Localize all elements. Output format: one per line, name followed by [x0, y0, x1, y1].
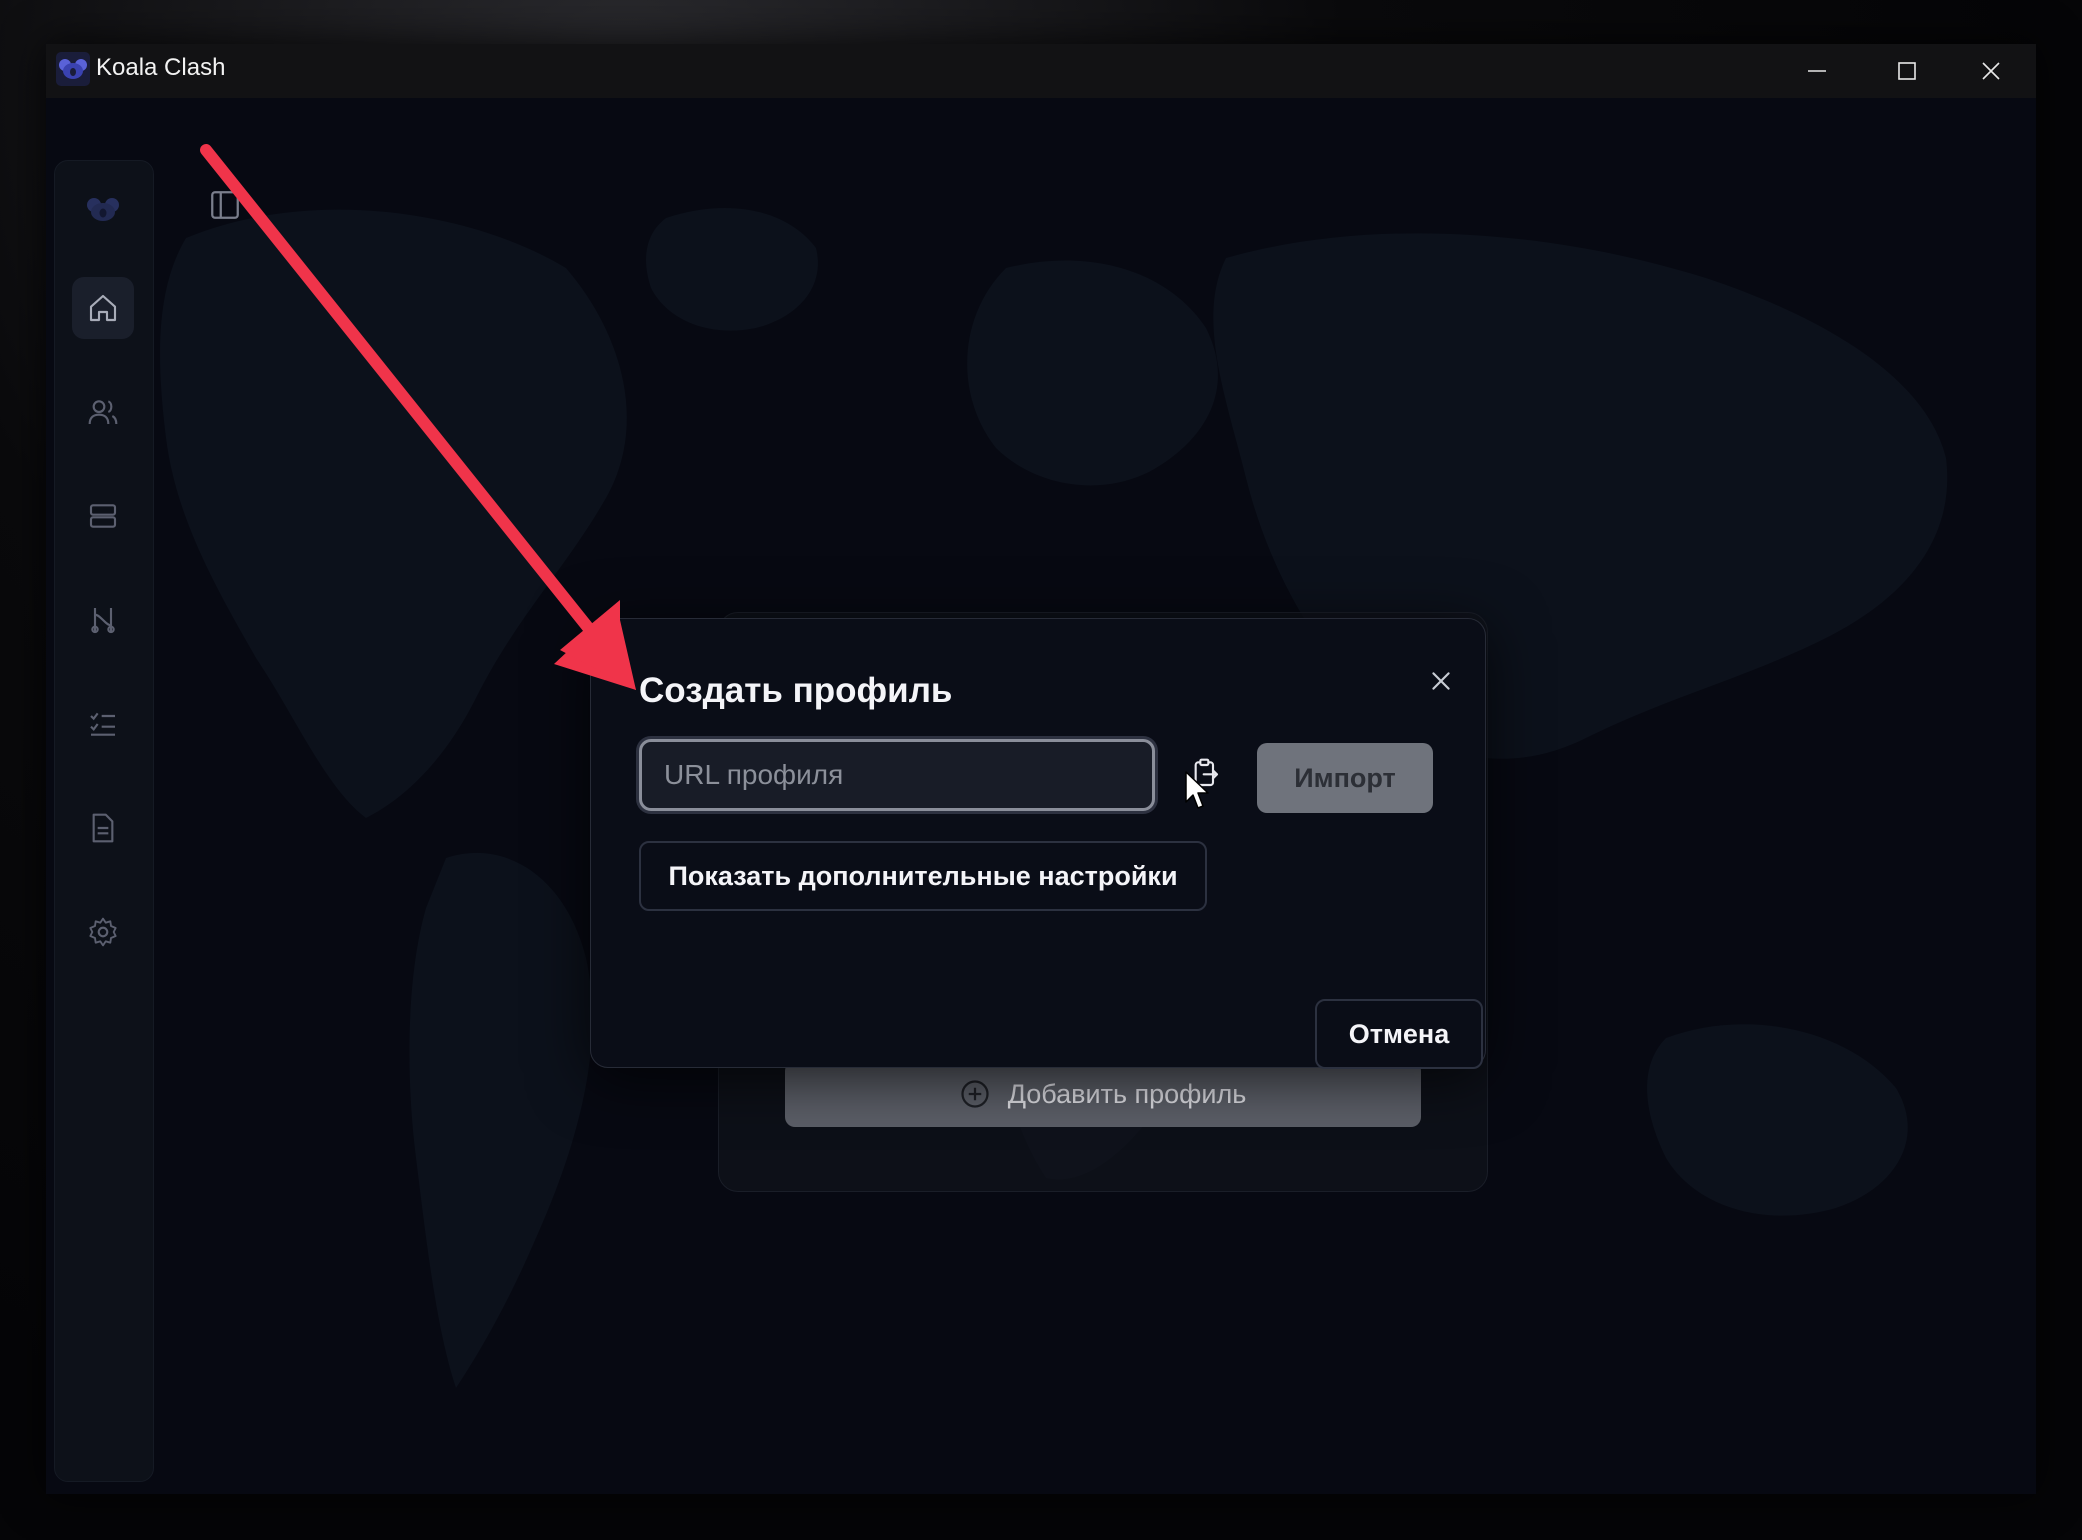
sidebar-item-profiles[interactable] — [72, 381, 134, 443]
routing-icon — [91, 608, 115, 634]
sidebar-item-rules[interactable] — [72, 693, 134, 755]
gear-icon — [89, 917, 117, 947]
dialog-close-button[interactable] — [1421, 661, 1461, 701]
dialog-title: Создать профиль — [639, 671, 953, 710]
users-icon — [88, 400, 118, 425]
cancel-button[interactable]: Отмена — [1315, 999, 1483, 1069]
show-advanced-settings-button[interactable]: Показать дополнительные настройки — [639, 841, 1207, 911]
sidebar-toggle-button[interactable] — [208, 188, 242, 222]
sidebar — [54, 160, 154, 1482]
main-content: Добавить профиль Создать профиль Импорт … — [46, 98, 2036, 1494]
sidebar-item-connections[interactable] — [72, 589, 134, 651]
minimize-button[interactable] — [1772, 44, 1862, 98]
maximize-button[interactable] — [1862, 44, 1952, 98]
close-icon — [1432, 672, 1450, 690]
add-profile-label: Добавить профиль — [1007, 1078, 1247, 1109]
window-title: Koala Clash — [96, 54, 226, 81]
sidebar-item-proxies[interactable] — [72, 485, 134, 547]
koala-logo-icon — [56, 52, 90, 86]
maximize-icon — [1898, 62, 1916, 80]
server-icon — [89, 504, 117, 528]
sidebar-logo-icon — [72, 179, 134, 241]
sidebar-item-settings[interactable] — [72, 901, 134, 963]
file-text-icon — [92, 813, 114, 843]
sidebar-item-logs[interactable] — [72, 797, 134, 859]
create-profile-dialog: Создать профиль Импорт Показать дополнит… — [590, 618, 1486, 1069]
window-close-button[interactable] — [1946, 44, 2036, 98]
sidebar-item-home[interactable] — [72, 277, 134, 339]
profile-url-input[interactable] — [639, 739, 1155, 811]
add-profile-button[interactable]: Добавить профиль — [785, 1061, 1421, 1127]
plus-circle-icon — [961, 1080, 989, 1108]
list-check-icon — [90, 712, 115, 736]
minimize-icon — [1808, 70, 1826, 72]
app-window: Koala Clash Добавить профиль Создать про… — [46, 44, 2036, 1494]
mouse-cursor-icon — [1185, 771, 1209, 809]
import-button[interactable]: Импорт — [1257, 743, 1433, 813]
title-bar[interactable]: Koala Clash — [46, 44, 2036, 98]
home-icon — [89, 294, 117, 322]
close-icon — [1982, 62, 2000, 80]
panel-left-icon — [211, 191, 239, 219]
